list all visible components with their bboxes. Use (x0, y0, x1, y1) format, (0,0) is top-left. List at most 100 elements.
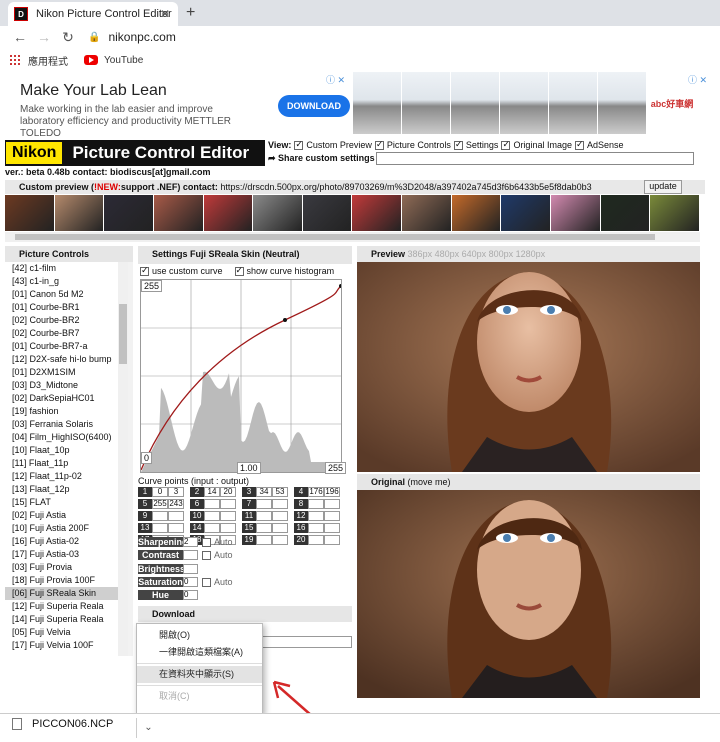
curve-point-output[interactable] (324, 523, 340, 533)
picture-control-item[interactable]: [03] D3_Midtone (5, 379, 128, 392)
adjustment-value[interactable]: 0 (183, 590, 198, 600)
bookmark-apps[interactable]: 應用程式 (28, 53, 68, 68)
adjustment-value[interactable] (183, 550, 198, 560)
thumbnail-image[interactable] (54, 195, 104, 231)
picture-control-item[interactable]: [10] Fuji Astia 200F (5, 522, 128, 535)
picture-control-item[interactable]: [01] Canon 5d M2 (5, 288, 128, 301)
picture-controls-list[interactable]: [42] c1-film [43] c1-in_g [01] Canon 5d M2… (5, 262, 128, 656)
car-image[interactable] (549, 72, 597, 134)
adjustment-value[interactable]: 0 (183, 577, 198, 587)
download-item[interactable]: PICCON06.NCP (12, 718, 113, 730)
curve-point-input[interactable] (204, 511, 220, 521)
car-ad-strip[interactable]: abc好車網 (353, 72, 703, 134)
thumbnail-image[interactable] (253, 195, 302, 231)
picture-control-item[interactable]: [19] fashion (5, 405, 128, 418)
ad-banner[interactable]: Make Your Lab Lean Make working in the l… (8, 72, 353, 139)
curve-point-input[interactable]: 34 (256, 487, 272, 497)
thumbnail-image[interactable] (153, 195, 203, 231)
picture-control-item[interactable]: [17] Fuji Astia-03 (5, 548, 128, 561)
reload-icon[interactable]: ↻ (56, 29, 80, 46)
curve-graph[interactable] (140, 280, 343, 472)
curve-point-output[interactable] (324, 535, 340, 545)
picture-control-item[interactable]: [12] Flaat_11p-02 (5, 470, 128, 483)
curve-point-input[interactable] (204, 523, 220, 533)
picture-control-item[interactable]: [15] FLAT (5, 496, 128, 509)
address-bar[interactable]: 🔒 nikonpc.com (88, 30, 176, 44)
picture-control-item[interactable]: [03] Ferrania Solaris (5, 418, 128, 431)
forward-icon[interactable]: → (32, 29, 56, 45)
thumbnail-image[interactable] (5, 195, 54, 231)
auto-checkbox[interactable] (202, 550, 211, 560)
adjustment-value[interactable] (183, 564, 198, 574)
checkbox-settings[interactable] (453, 139, 463, 150)
picture-control-item[interactable]: [10] Flaat_10p (5, 444, 128, 457)
car-image[interactable] (451, 72, 499, 134)
curve-point-input[interactable] (308, 523, 324, 533)
picture-control-item[interactable]: [05] Fuji Velvia (5, 626, 128, 639)
picture-control-item[interactable]: [04] Film_HighISO(6400) (5, 431, 128, 444)
checkbox-original-image[interactable] (501, 139, 511, 150)
picture-control-item[interactable]: [18] Fuji Provia 100F (5, 574, 128, 587)
back-icon[interactable]: ← (8, 29, 32, 45)
checkbox-custom-preview[interactable] (294, 139, 304, 150)
car-image[interactable] (500, 72, 548, 134)
thumbnail-image[interactable] (203, 195, 253, 231)
original-move-note[interactable]: (move me) (408, 477, 451, 487)
curve-editor[interactable]: 255 0 1.00 255 (140, 279, 347, 474)
picture-control-item[interactable]: [01] Courbe-BR1 (5, 301, 128, 314)
picture-control-item[interactable]: [13] Flaat_12p (5, 483, 128, 496)
picture-control-item[interactable]: [16] Fuji Astia-02 (5, 535, 128, 548)
menu-item-show-in-folder[interactable]: 在資料夾中顯示(S) (137, 666, 262, 683)
curve-point-output[interactable] (220, 499, 236, 509)
auto-toggle[interactable]: Auto (202, 537, 233, 547)
curve-point-input[interactable] (308, 535, 324, 545)
picture-control-item[interactable]: [11] Flaat_11p (5, 457, 128, 470)
original-image[interactable] (357, 490, 700, 698)
thumbnail-image[interactable] (600, 195, 650, 231)
scrollbar-thumb[interactable] (15, 234, 655, 240)
curve-point-input[interactable] (256, 511, 272, 521)
picture-control-item[interactable]: [06] Fuji SReala Skin (5, 587, 128, 600)
checkbox-picture-controls[interactable] (374, 139, 384, 150)
thumbnail-image[interactable] (402, 195, 451, 231)
picture-control-item[interactable]: [17] Fuji Velvia 100F (5, 639, 128, 652)
car-image[interactable] (598, 72, 646, 134)
curve-point-input[interactable] (308, 511, 324, 521)
ad-close-icon[interactable]: ⓘ ✕ (326, 73, 345, 86)
curve-point-input[interactable]: 14 (204, 487, 220, 497)
menu-item-always-open[interactable]: 一律開啟這類檔案(A) (137, 644, 262, 661)
curve-point-input[interactable] (308, 499, 324, 509)
apps-grid-icon[interactable] (10, 55, 20, 65)
curve-point-input[interactable] (152, 511, 168, 521)
curve-point-output[interactable] (272, 535, 288, 545)
download-filename-input[interactable] (262, 636, 352, 648)
curve-point-output[interactable]: 53 (272, 487, 288, 497)
share-input[interactable] (376, 152, 694, 165)
curve-point-input[interactable] (256, 499, 272, 509)
curve-point-output[interactable]: 196 (324, 487, 340, 497)
curve-point-output[interactable] (220, 511, 236, 521)
picture-control-item[interactable]: [02] DarkSepiaHC01 (5, 392, 128, 405)
picture-control-item[interactable]: [01] Courbe-BR7-a (5, 340, 128, 353)
curve-point[interactable] (283, 318, 287, 322)
auto-toggle[interactable]: Auto (202, 550, 233, 560)
curve-point-output[interactable] (272, 511, 288, 521)
curve-point-output[interactable] (220, 523, 236, 533)
curve-point-output[interactable] (272, 499, 288, 509)
download-menu-chevron-icon[interactable]: ⌄ (136, 718, 160, 738)
curve-point-output[interactable] (168, 511, 184, 521)
auto-toggle[interactable]: Auto (202, 577, 233, 587)
curve-point-input[interactable] (204, 499, 220, 509)
ad-download-button[interactable]: DOWNLOAD (278, 95, 350, 117)
scrollbar-thumb[interactable] (119, 304, 127, 364)
thumbnail-scrollbar[interactable] (5, 232, 700, 242)
thumbnail-image[interactable] (501, 195, 551, 231)
curve-point-input[interactable]: 176 (308, 487, 324, 497)
thumbnail-image[interactable] (104, 195, 153, 231)
list-scrollbar[interactable] (118, 262, 128, 656)
thumbnail-image[interactable] (352, 195, 402, 231)
picture-control-item[interactable]: [14] Fuji Superia Reala (5, 613, 128, 626)
adjustment-value[interactable]: 2 (183, 537, 198, 547)
picture-control-item[interactable]: [12] Fuji Superia Reala (5, 600, 128, 613)
menu-item-cancel[interactable]: 取消(C) (137, 688, 262, 705)
